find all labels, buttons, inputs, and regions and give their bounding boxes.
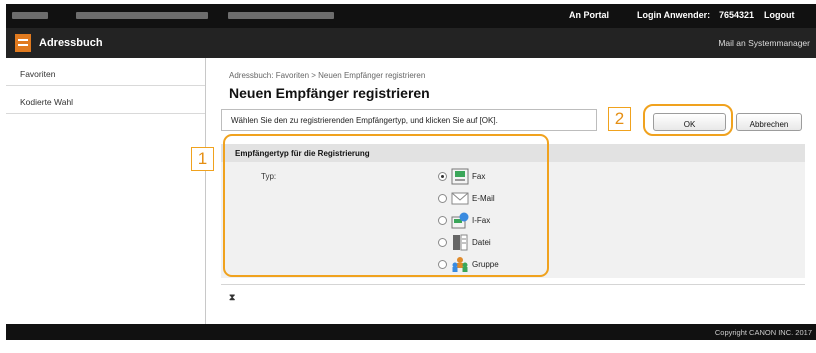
portal-link[interactable]: An Portal — [569, 10, 609, 20]
app-header: Adressbuch Mail an Systemmanager — [6, 28, 816, 58]
login-user-id: 7654321 — [719, 10, 755, 20]
browser-page: An Portal Login Anwender: 7654321 Logout… — [6, 4, 816, 340]
main-content: Adressbuch: Favoriten > Neuen Empfänger … — [207, 58, 816, 324]
instruction-text: Wählen Sie den zu registrierenden Empfän… — [221, 109, 597, 131]
blurred-text — [76, 12, 208, 19]
cancel-button[interactable]: Abbrechen — [736, 113, 802, 131]
ifax-icon — [451, 212, 469, 229]
fax-icon — [451, 168, 469, 185]
copyright-text: Copyright CANON INC. 2017 — [714, 328, 812, 337]
addressbook-icon — [15, 34, 31, 52]
mail-systemmanager-link[interactable]: Mail an Systemmanager — [718, 38, 810, 48]
option-label: Fax — [472, 172, 486, 181]
option-label: Gruppe — [472, 260, 499, 269]
page-title: Neuen Empfänger registrieren — [229, 85, 430, 101]
group-icon — [452, 257, 468, 272]
logout-link[interactable]: Logout — [764, 10, 795, 20]
footer: Copyright CANON INC. 2017 — [6, 324, 816, 340]
callout-2: 2 — [608, 107, 631, 131]
top-bar: An Portal Login Anwender: 7654321 Logout — [6, 4, 816, 28]
file-icon — [453, 234, 468, 251]
option-label: I-Fax — [472, 216, 491, 225]
file-radio[interactable] — [438, 238, 447, 247]
scroll-to-top-icon[interactable]: ⧗ — [229, 292, 235, 303]
sidebar-item-favoriten[interactable]: Favoriten — [6, 58, 205, 86]
divider — [221, 284, 805, 285]
fax-radio[interactable] — [438, 172, 447, 181]
email-radio[interactable] — [438, 194, 447, 203]
sidebar-item-label: Favoriten — [20, 69, 56, 79]
sidebar-item-label: Kodierte Wahl — [20, 97, 74, 107]
ifax-radio[interactable] — [438, 216, 447, 225]
sidebar-item-kodierte-wahl[interactable]: Kodierte Wahl — [6, 86, 205, 114]
option-label: Datei — [472, 238, 491, 247]
app-title: Adressbuch — [39, 37, 103, 49]
blurred-text — [12, 12, 48, 19]
breadcrumb: Adressbuch: Favoriten > Neuen Empfänger … — [229, 71, 426, 80]
option-label: E-Mail — [472, 194, 495, 203]
blurred-text — [228, 12, 334, 19]
email-icon — [451, 192, 469, 205]
group-radio[interactable] — [438, 260, 447, 269]
sidebar: Favoriten Kodierte Wahl — [6, 58, 206, 324]
section-title: Empfängertyp für die Registrierung — [221, 144, 805, 162]
recipient-type-section: Empfängertyp für die Registrierung Typ: … — [221, 144, 805, 278]
login-user-label: Login Anwender: — [637, 10, 711, 20]
ok-button[interactable]: OK — [653, 113, 726, 131]
type-label: Typ: — [261, 172, 277, 181]
callout-1: 1 — [191, 147, 214, 171]
